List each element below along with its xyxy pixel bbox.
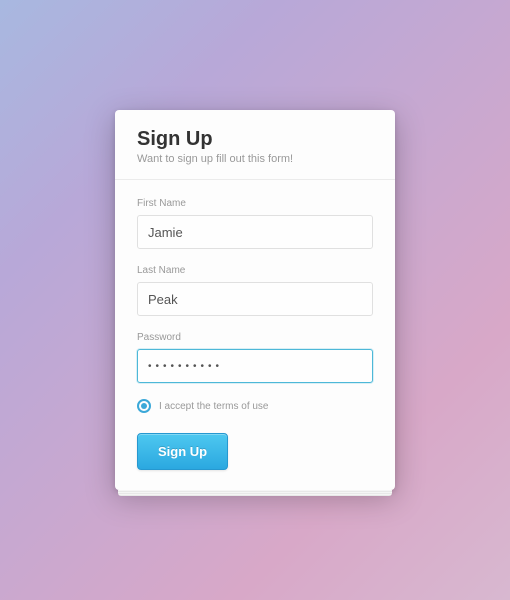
page-subtitle: Want to sign up fill out this form! xyxy=(137,153,373,165)
terms-radio[interactable] xyxy=(137,399,151,413)
password-label: Password xyxy=(137,332,373,343)
card-body: First Name Last Name Password I accept t… xyxy=(115,180,395,490)
last-name-group: Last Name xyxy=(137,265,373,316)
password-input[interactable] xyxy=(137,349,373,383)
signup-card: Sign Up Want to sign up fill out this fo… xyxy=(115,110,395,490)
last-name-label: Last Name xyxy=(137,265,373,276)
radio-checked-icon xyxy=(141,403,147,409)
first-name-label: First Name xyxy=(137,198,373,209)
last-name-input[interactable] xyxy=(137,282,373,316)
terms-row: I accept the terms of use xyxy=(137,399,373,413)
card-header: Sign Up Want to sign up fill out this fo… xyxy=(115,110,395,180)
password-group: Password xyxy=(137,332,373,383)
first-name-input[interactable] xyxy=(137,215,373,249)
signup-button[interactable]: Sign Up xyxy=(137,433,228,470)
terms-label: I accept the terms of use xyxy=(159,401,269,412)
first-name-group: First Name xyxy=(137,198,373,249)
page-title: Sign Up xyxy=(137,128,373,151)
